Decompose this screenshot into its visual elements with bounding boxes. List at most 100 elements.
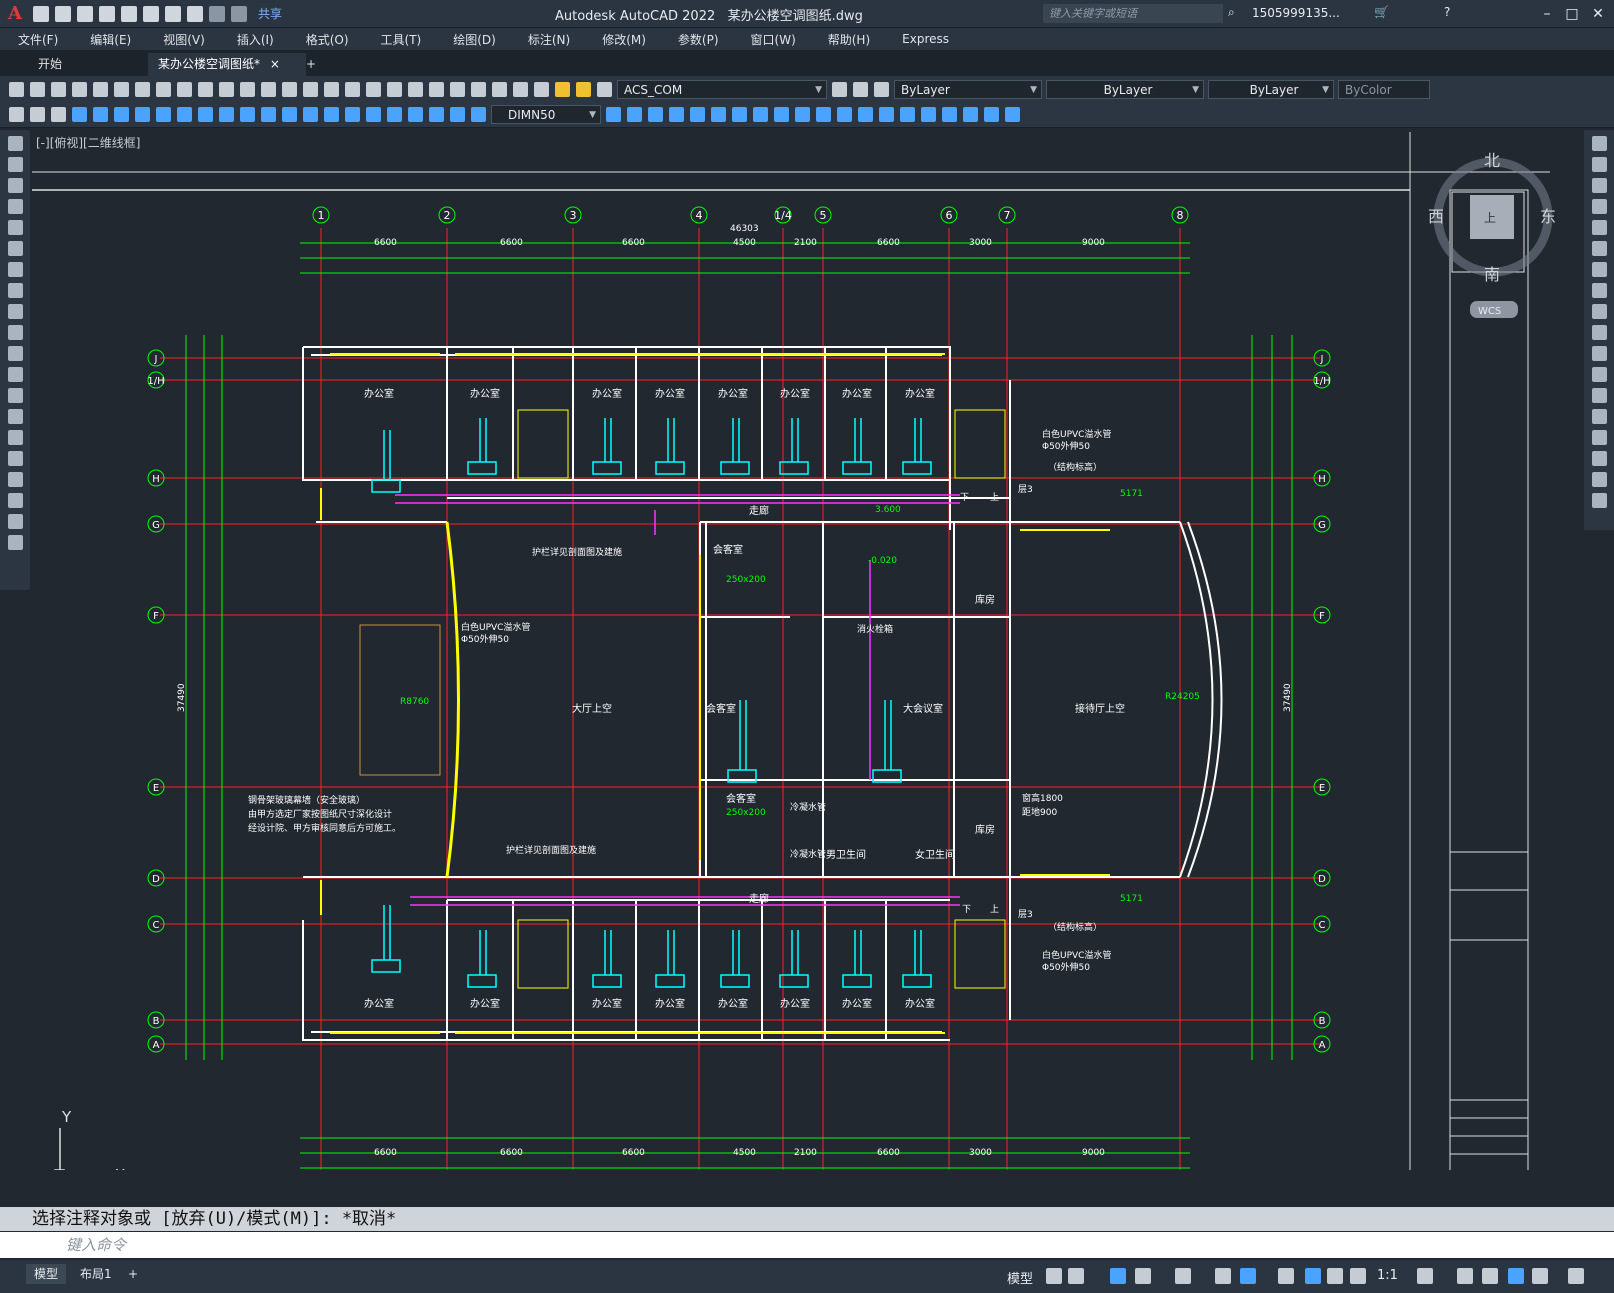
isodraft-icon[interactable]: [1175, 1268, 1191, 1284]
model-space-toggle[interactable]: 模型: [1007, 1268, 1033, 1287]
tab-model[interactable]: 模型: [26, 1264, 67, 1284]
new-icon[interactable]: [9, 81, 24, 97]
center-mark-icon[interactable]: [366, 107, 381, 122]
annotation-scale-icon[interactable]: [1350, 1268, 1366, 1284]
layer-thaw-icon[interactable]: [576, 81, 591, 97]
tolerance-icon[interactable]: [345, 107, 360, 122]
offset-tool-icon[interactable]: [1591, 199, 1607, 214]
markup-icon[interactable]: [471, 81, 486, 97]
dim-radius-icon[interactable]: [156, 107, 171, 122]
close-icon[interactable]: ✕: [1588, 4, 1608, 24]
fillet-icon[interactable]: [921, 107, 936, 122]
join-icon[interactable]: [879, 107, 894, 122]
table-icon[interactable]: [7, 493, 23, 508]
command-input[interactable]: 键入命令: [0, 1232, 1614, 1258]
chamfer-icon[interactable]: [900, 107, 915, 122]
menu-draw[interactable]: 绘图(D): [453, 31, 496, 48]
stretch-tool-icon[interactable]: [1591, 304, 1607, 319]
mtext-icon[interactable]: [7, 514, 23, 529]
copy-object-icon[interactable]: [648, 107, 663, 122]
menu-parametric[interactable]: 参数(P): [678, 31, 719, 48]
layer-lock-icon[interactable]: [597, 81, 612, 97]
dim-aligned-icon[interactable]: [93, 107, 108, 122]
match-properties-icon[interactable]: [219, 81, 234, 97]
explode-tool-icon[interactable]: [1591, 493, 1607, 508]
polygon-icon[interactable]: [7, 199, 23, 214]
tab-add-button[interactable]: +: [296, 53, 326, 76]
dim-continue-icon[interactable]: [282, 107, 297, 122]
layer-on-icon[interactable]: [555, 81, 570, 97]
quick-dim-icon[interactable]: [240, 107, 255, 122]
autocad-logo-icon[interactable]: A: [8, 3, 22, 24]
publish-icon[interactable]: [114, 81, 129, 97]
menu-modify[interactable]: 修改(M): [602, 31, 646, 48]
menu-view[interactable]: 视图(V): [163, 31, 205, 48]
lineweight-icon[interactable]: [1278, 1268, 1294, 1284]
mirror-tool-icon[interactable]: [1591, 178, 1607, 193]
stretch-icon[interactable]: [795, 107, 810, 122]
plus-icon[interactable]: [1457, 1268, 1473, 1284]
dim-angular-icon[interactable]: [219, 107, 234, 122]
tab-start[interactable]: 开始: [28, 53, 72, 76]
dim-jogged-icon[interactable]: [177, 107, 192, 122]
join-tool-icon[interactable]: [1591, 409, 1607, 424]
array-tool-icon[interactable]: [1591, 220, 1607, 235]
share-button[interactable]: 共享: [258, 5, 282, 22]
new-file-icon[interactable]: [32, 5, 49, 22]
scale-icon[interactable]: [774, 107, 789, 122]
trim-icon[interactable]: [816, 107, 831, 122]
blend-tool-icon[interactable]: [1591, 472, 1607, 487]
design-center-icon[interactable]: [408, 81, 423, 97]
workspace-gear-icon[interactable]: [1417, 1268, 1433, 1284]
plot-icon[interactable]: [72, 81, 87, 97]
layer-states-icon[interactable]: [874, 81, 889, 97]
menu-express[interactable]: Express: [902, 32, 949, 46]
menu-edit[interactable]: 编辑(E): [90, 31, 131, 48]
break-tool-icon[interactable]: [1591, 388, 1607, 403]
user-account[interactable]: 1505999135...: [1252, 6, 1340, 20]
help-icon[interactable]: [513, 81, 528, 97]
ortho-icon[interactable]: [1110, 1268, 1126, 1284]
search-icon[interactable]: ⌕: [1228, 5, 1235, 20]
grid-icon[interactable]: [1046, 1268, 1062, 1284]
blend-icon[interactable]: [963, 107, 978, 122]
add-layout-button[interactable]: +: [120, 1264, 146, 1284]
pan-icon[interactable]: [303, 81, 318, 97]
fillet-tool-icon[interactable]: [1591, 451, 1607, 466]
line-icon[interactable]: [7, 136, 23, 151]
zoom-previous-icon[interactable]: [366, 81, 381, 97]
dim-update-icon[interactable]: [471, 107, 486, 122]
menu-format[interactable]: 格式(O): [306, 31, 349, 48]
dim-linear-icon[interactable]: [72, 107, 87, 122]
spline-icon[interactable]: [7, 304, 23, 319]
layer-properties-icon[interactable]: [534, 81, 549, 97]
explode-icon[interactable]: [942, 107, 957, 122]
linetype-select[interactable]: ByLayer ▼: [1046, 79, 1204, 99]
scale-tool-icon[interactable]: [1591, 283, 1607, 298]
undo-icon[interactable]: [261, 81, 276, 97]
lineweight-select[interactable]: ByLayer ▼: [1208, 79, 1334, 99]
plot-preview-icon[interactable]: [93, 81, 108, 97]
insert-block-icon[interactable]: [7, 367, 23, 382]
circle-icon[interactable]: [7, 262, 23, 277]
dimstyle-icon[interactable]: [606, 107, 621, 122]
color-select[interactable]: ByLayer ▼: [894, 79, 1042, 99]
mirror-icon[interactable]: [669, 107, 684, 122]
erase-icon[interactable]: [627, 107, 642, 122]
layer-previous-icon[interactable]: [853, 81, 868, 97]
snap-icon[interactable]: [1068, 1268, 1084, 1284]
annotation-scale[interactable]: 1:1: [1377, 1268, 1398, 1283]
extend-icon[interactable]: [837, 107, 852, 122]
revision-cloud-icon[interactable]: [7, 283, 23, 298]
dim-baseline-icon[interactable]: [261, 107, 276, 122]
viewcube[interactable]: 上 北 南 东 西 WCS: [1428, 151, 1556, 318]
customization-menu-icon[interactable]: [1568, 1268, 1584, 1284]
inspect-icon[interactable]: [387, 107, 402, 122]
make-block-icon[interactable]: [7, 388, 23, 403]
rotate-icon[interactable]: [753, 107, 768, 122]
erase-tool-icon[interactable]: [1591, 136, 1607, 151]
viewcube-west[interactable]: 西: [1428, 207, 1444, 226]
dim-break-icon[interactable]: [324, 107, 339, 122]
edit-icon[interactable]: [9, 107, 24, 122]
web-save-icon[interactable]: [120, 5, 137, 22]
